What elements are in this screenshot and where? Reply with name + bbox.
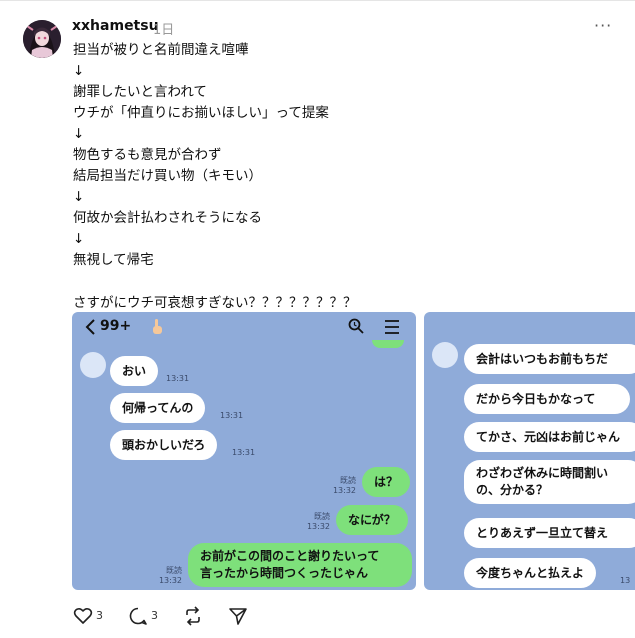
read-receipt: 既読: [166, 566, 182, 575]
message-bubble: てかさ、元凶はお前じゃん: [464, 422, 635, 452]
avatar[interactable]: [23, 20, 61, 58]
previous-bubble-edge: [372, 340, 404, 348]
message-bubble: 頭おかしいだろ: [110, 430, 218, 460]
sent-bubble: お前がこの間のこと謝りたいって 言ったから時間つくったじゃん: [188, 543, 412, 587]
message-time: 13:31: [220, 411, 244, 420]
post-line: 物色するも意見が合わず: [73, 147, 222, 163]
sender-avatar: [80, 352, 106, 378]
message-bubble: 何帰ってんの: [110, 393, 206, 423]
sent-bubble: は？: [362, 467, 411, 497]
like-count: 3: [96, 609, 103, 622]
heart-icon[interactable]: [73, 606, 93, 626]
message-bubble: だから今日もかなって: [464, 384, 630, 414]
post-line: 謝罪したいと言われて: [73, 84, 207, 100]
post-line: 何故か会計払わされそうになる: [73, 210, 262, 226]
more-options-icon[interactable]: ···: [594, 16, 612, 35]
repost-icon[interactable]: [183, 606, 203, 626]
post-body: 担当が被りと名前間違え喧嘩 ↓ 謝罪したいと言われて ウチが「仲直りにお揃いほし…: [73, 40, 593, 314]
comment-count: 3: [151, 609, 158, 622]
message-bubble-line: の、分かる？: [476, 483, 549, 497]
message-time: 13:31: [166, 374, 190, 383]
sent-bubble-line: 言ったから時間つくったじゃん: [200, 566, 369, 580]
search-icon: [348, 318, 364, 334]
message-bubble-line: わざわざ休みに時間割い: [476, 466, 609, 480]
message-time: 13:32: [332, 486, 356, 495]
comment-icon[interactable]: [128, 606, 148, 626]
message-time: 13:32: [306, 522, 330, 531]
username[interactable]: xxhametsu: [72, 18, 159, 34]
post-line-blank: [73, 271, 593, 293]
message-time: 13: [620, 576, 631, 585]
post-line: ウチが「仲直りにお揃いほしい」って提案: [73, 105, 329, 121]
menu-icon: [385, 320, 399, 334]
chat-header: 99+: [72, 312, 416, 348]
sent-bubble: なにが？: [336, 505, 408, 535]
post-line: ↓: [73, 231, 85, 247]
read-receipt: 既読: [314, 512, 330, 521]
top-divider: [0, 0, 635, 1]
post-line: 結局担当だけ買い物（キモい）: [73, 168, 262, 184]
share-icon[interactable]: [228, 606, 248, 626]
post-line: 担当が被りと名前間違え喧嘩: [73, 42, 249, 58]
unread-count: 99+: [100, 318, 132, 334]
chat-screenshot-1[interactable]: 99+ おい 13:31 何帰ってんの 13:31 頭おかしいだろ 13:31 …: [72, 312, 416, 590]
post-line: ↓: [73, 189, 85, 205]
chat-screenshot-2[interactable]: 会計はいつもお前もちだ だから今日もかなって てかさ、元凶はお前じゃん わざわざ…: [424, 312, 635, 590]
message-bubble: 会計はいつもお前もちだ: [464, 344, 635, 374]
message-bubble: おい: [110, 356, 159, 386]
message-bubble: わざわざ休みに時間割い の、分かる？: [464, 460, 635, 504]
message-bubble: とりあえず一旦立て替え: [464, 518, 635, 548]
post-line: ↓: [73, 63, 85, 79]
read-receipt: 既読: [340, 476, 356, 485]
hand-emoji-icon: [153, 319, 162, 334]
post-line: 無視して帰宅: [73, 252, 154, 268]
sender-avatar: [432, 342, 458, 368]
post-line: さすがにウチ可哀想すぎない？？？？？？？？: [73, 295, 357, 311]
message-time: 13:32: [158, 576, 182, 585]
back-chevron-icon: [85, 319, 95, 335]
sent-bubble-line: お前がこの間のこと謝りたいって: [200, 549, 380, 563]
message-time: 13:31: [232, 448, 256, 457]
post-time[interactable]: 1日: [153, 19, 174, 38]
post-line: ↓: [73, 126, 85, 142]
message-bubble: 今度ちゃんと払えよ: [464, 558, 597, 588]
